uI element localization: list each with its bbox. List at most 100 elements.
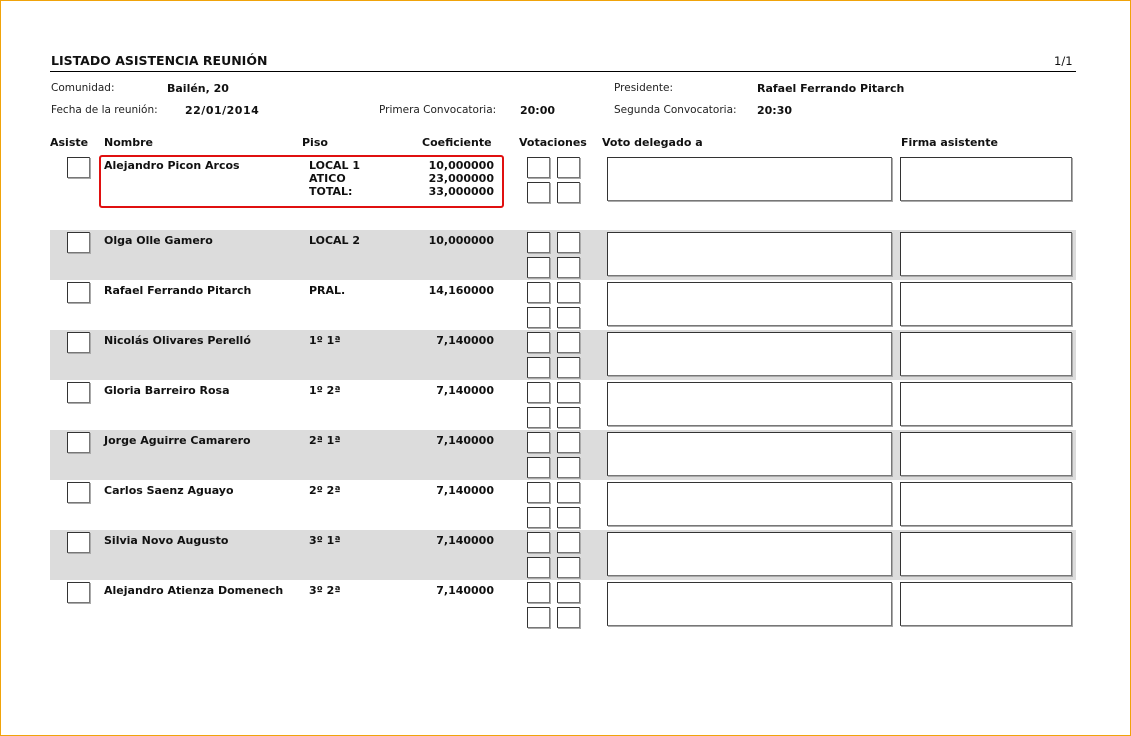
row-coeficiente: 10,000000: [428, 234, 494, 247]
row-coeficiente: 7,140000: [436, 484, 494, 497]
asiste-checkbox[interactable]: [67, 532, 90, 553]
firma-field[interactable]: [900, 282, 1072, 326]
votacion-checkbox[interactable]: [527, 307, 550, 328]
col-coeficiente: Coeficiente: [422, 136, 492, 149]
votacion-checkbox[interactable]: [557, 182, 580, 203]
votacion-checkbox[interactable]: [557, 557, 580, 578]
voto-delegado-field[interactable]: [607, 382, 892, 426]
votacion-checkbox[interactable]: [527, 382, 550, 403]
col-voto-delegado: Voto delegado a: [602, 136, 703, 149]
votacion-checkbox[interactable]: [527, 607, 550, 628]
firma-field[interactable]: [900, 582, 1072, 626]
col-votaciones: Votaciones: [519, 136, 587, 149]
row-piso: 2º 2ª: [309, 484, 341, 497]
votacion-checkbox[interactable]: [557, 157, 580, 178]
firma-field[interactable]: [900, 157, 1072, 201]
votacion-checkbox[interactable]: [557, 607, 580, 628]
table-row: Alejandro Atienza Domenech 3º 2ª 7,140000: [50, 580, 1076, 630]
votacion-checkbox[interactable]: [527, 257, 550, 278]
row-piso: 2ª 1ª: [309, 434, 341, 447]
votacion-checkbox[interactable]: [527, 407, 550, 428]
votacion-checkbox[interactable]: [527, 157, 550, 178]
votacion-checkbox[interactable]: [527, 557, 550, 578]
row-nombre: Olga Olle Gamero: [104, 234, 213, 247]
row-piso: 1º 1ª: [309, 334, 341, 347]
table-row: Nicolás Olivares Perelló 1º 1ª 7,140000: [50, 330, 1076, 380]
votacion-checkbox[interactable]: [527, 457, 550, 478]
voto-delegado-field[interactable]: [607, 157, 892, 201]
votacion-checkbox[interactable]: [557, 582, 580, 603]
asiste-checkbox[interactable]: [67, 432, 90, 453]
votacion-checkbox[interactable]: [557, 282, 580, 303]
votacion-checkbox[interactable]: [557, 482, 580, 503]
primera-label: Primera Convocatoria:: [379, 104, 497, 116]
table-row: Gloria Barreiro Rosa 1º 2ª 7,140000: [50, 380, 1076, 430]
title-rule: [50, 71, 1076, 72]
firma-field[interactable]: [900, 482, 1072, 526]
col-asiste: Asiste: [50, 136, 89, 149]
col-nombre: Nombre: [104, 136, 153, 149]
votacion-checkbox[interactable]: [557, 382, 580, 403]
asiste-checkbox[interactable]: [67, 157, 90, 178]
votacion-checkbox[interactable]: [527, 357, 550, 378]
votacion-checkbox[interactable]: [557, 357, 580, 378]
presidente-label: Presidente:: [614, 82, 673, 94]
table-row: Olga Olle Gamero LOCAL 2 10,000000: [50, 230, 1076, 280]
votacion-checkbox[interactable]: [527, 332, 550, 353]
votacion-checkbox[interactable]: [527, 582, 550, 603]
col-piso: Piso: [302, 136, 328, 149]
asiste-checkbox[interactable]: [67, 332, 90, 353]
votacion-checkbox[interactable]: [557, 307, 580, 328]
votacion-checkbox[interactable]: [527, 532, 550, 553]
row-coeficiente: 7,140000: [436, 334, 494, 347]
page-number: 1/1: [1054, 54, 1073, 68]
votacion-checkbox[interactable]: [557, 532, 580, 553]
voto-delegado-field[interactable]: [607, 482, 892, 526]
asiste-checkbox[interactable]: [67, 232, 90, 253]
votacion-checkbox[interactable]: [557, 332, 580, 353]
votacion-checkbox[interactable]: [527, 482, 550, 503]
voto-delegado-field[interactable]: [607, 232, 892, 276]
table-row: Jorge Aguirre Camarero 2ª 1ª 7,140000: [50, 430, 1076, 480]
row-piso: 3º 2ª: [309, 584, 341, 597]
voto-delegado-field[interactable]: [607, 432, 892, 476]
voto-delegado-field[interactable]: [607, 282, 892, 326]
firma-field[interactable]: [900, 432, 1072, 476]
row-coeficiente: 14,160000: [428, 284, 494, 297]
votacion-checkbox[interactable]: [557, 407, 580, 428]
voto-delegado-field[interactable]: [607, 332, 892, 376]
row-piso: PRAL.: [309, 284, 346, 297]
report-title: LISTADO ASISTENCIA REUNIÓN: [51, 53, 268, 68]
row-nombre: Carlos Saenz Aguayo: [104, 484, 234, 497]
votacion-checkbox[interactable]: [527, 432, 550, 453]
segunda-label: Segunda Convocatoria:: [614, 104, 737, 116]
primera-value: 20:00: [520, 104, 556, 117]
comunidad-label: Comunidad:: [51, 82, 115, 94]
asiste-checkbox[interactable]: [67, 482, 90, 503]
row-nombre: Silvia Novo Augusto: [104, 534, 229, 547]
row-nombre: Alejandro Atienza Domenech: [104, 584, 284, 597]
firma-field[interactable]: [900, 532, 1072, 576]
row-piso: 3º 1ª: [309, 534, 341, 547]
firma-field[interactable]: [900, 232, 1072, 276]
firma-field[interactable]: [900, 382, 1072, 426]
votacion-checkbox[interactable]: [557, 507, 580, 528]
votacion-checkbox[interactable]: [527, 507, 550, 528]
votacion-checkbox[interactable]: [557, 257, 580, 278]
asiste-checkbox[interactable]: [67, 382, 90, 403]
voto-delegado-field[interactable]: [607, 532, 892, 576]
firma-field[interactable]: [900, 332, 1072, 376]
table-row: Silvia Novo Augusto 3º 1ª 7,140000: [50, 530, 1076, 580]
asiste-checkbox[interactable]: [67, 282, 90, 303]
votacion-checkbox[interactable]: [527, 232, 550, 253]
votacion-checkbox[interactable]: [557, 432, 580, 453]
votacion-checkbox[interactable]: [527, 182, 550, 203]
asiste-checkbox[interactable]: [67, 582, 90, 603]
col-firma: Firma asistente: [901, 136, 998, 149]
row-coeficiente: 7,140000: [436, 584, 494, 597]
segunda-value: 20:30: [757, 104, 793, 117]
votacion-checkbox[interactable]: [557, 232, 580, 253]
votacion-checkbox[interactable]: [527, 282, 550, 303]
voto-delegado-field[interactable]: [607, 582, 892, 626]
votacion-checkbox[interactable]: [557, 457, 580, 478]
